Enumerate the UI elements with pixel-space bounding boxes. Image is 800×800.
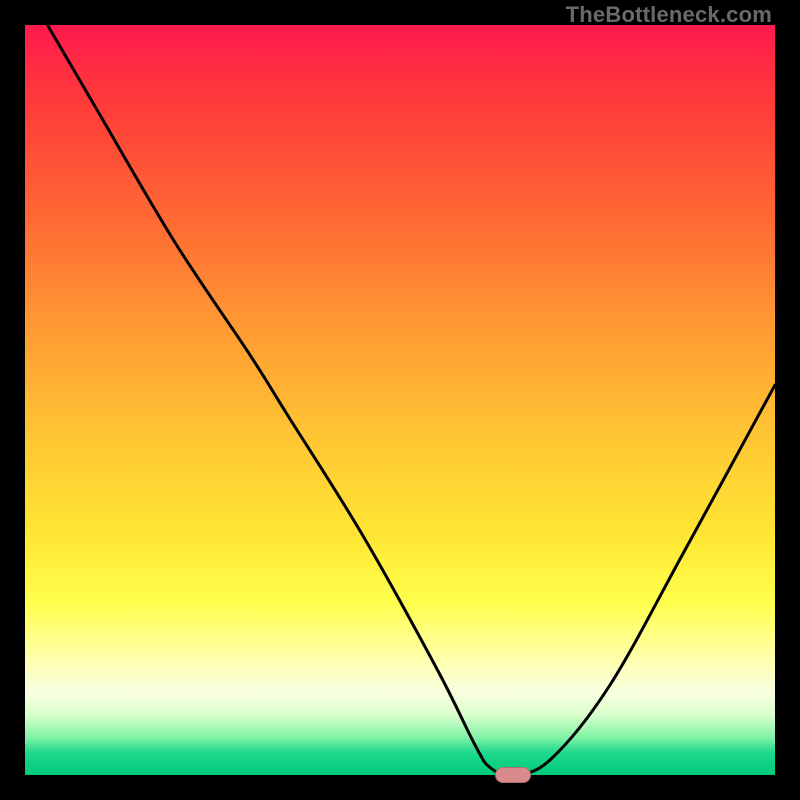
chart-frame: TheBottleneck.com (0, 0, 800, 800)
curve-path (48, 25, 776, 775)
watermark-text: TheBottleneck.com (566, 2, 772, 28)
plot-area (25, 25, 775, 775)
bottleneck-curve (25, 25, 775, 775)
optimal-marker (495, 767, 531, 783)
